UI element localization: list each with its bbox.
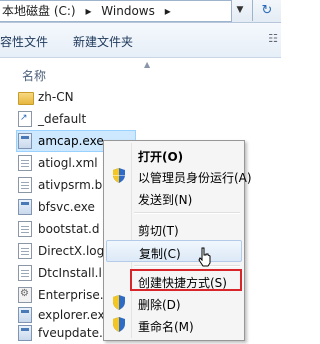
file-name: Enterprise. bbox=[38, 288, 104, 302]
shortcut-file-icon bbox=[18, 111, 32, 127]
document-icon bbox=[18, 221, 32, 237]
file-name: _default bbox=[38, 112, 87, 126]
menu-item-label: 以管理员身份运行(A) bbox=[138, 171, 252, 185]
menu-item-run-as-admin[interactable]: 以管理员身份运行(A) bbox=[106, 165, 252, 187]
file-name: zh-CN bbox=[38, 90, 74, 104]
menu-item-send-to[interactable]: 发送到(N) bbox=[106, 187, 242, 209]
menu-item-create-shortcut[interactable]: 创建快捷方式(S) bbox=[106, 269, 242, 292]
uac-shield-icon bbox=[113, 295, 125, 310]
sort-arrow-icon: ▲ bbox=[144, 60, 151, 69]
new-folder-button[interactable]: 新建文件夹 bbox=[73, 33, 133, 50]
document-icon bbox=[18, 177, 32, 193]
file-name: amcap.exe bbox=[38, 134, 104, 148]
exe-icon bbox=[18, 133, 32, 149]
breadcrumb-separator[interactable]: ▸ bbox=[165, 4, 171, 18]
breadcrumb[interactable]: 本地磁盘 (C:) ▸ Windows ▸ bbox=[0, 0, 232, 22]
menu-item-label: 复制(C) bbox=[139, 247, 181, 261]
file-name: explorer.ex bbox=[38, 308, 105, 322]
breadcrumb-windows[interactable]: Windows bbox=[101, 4, 155, 18]
list-item[interactable]: zh-CN bbox=[0, 86, 281, 108]
menu-separator bbox=[134, 212, 240, 214]
refresh-icon[interactable]: ↻ bbox=[252, 0, 281, 21]
address-bar[interactable]: 本地磁盘 (C:) ▸ Windows ▸ ▼ ↻ bbox=[0, 0, 281, 23]
file-name: bootstat.d bbox=[38, 222, 100, 236]
context-menu: 打开(O) 以管理员身份运行(A) 发送到(N) 剪切(T) 复制(C) 创建快… bbox=[103, 140, 252, 341]
exe-icon bbox=[18, 307, 32, 323]
include-in-library-button[interactable]: 容性文件 bbox=[0, 33, 48, 50]
config-file-icon bbox=[18, 287, 32, 303]
menu-item-open[interactable]: 打开(O) bbox=[106, 144, 242, 166]
file-name: bfsvc.exe bbox=[38, 200, 95, 214]
menu-separator bbox=[134, 265, 240, 267]
menu-item-label: 剪切(T) bbox=[138, 224, 179, 238]
file-name: atiogl.xml bbox=[38, 156, 98, 170]
file-name: ativpsrm.b bbox=[38, 178, 103, 192]
chevron-down-icon[interactable]: ▼ bbox=[232, 2, 248, 19]
menu-item-delete[interactable]: 删除(D) bbox=[106, 292, 242, 314]
exe-icon bbox=[18, 199, 32, 215]
file-name: DirectX.log bbox=[38, 244, 105, 258]
menu-item-cut[interactable]: 剪切(T) bbox=[106, 218, 242, 240]
menu-item-label: 发送到(N) bbox=[138, 193, 193, 207]
file-name: DtcInstall.l bbox=[38, 266, 102, 280]
view-options-icon[interactable]: ☷ bbox=[268, 32, 278, 45]
menu-item-copy[interactable]: 复制(C) bbox=[106, 240, 242, 262]
menu-item-rename[interactable]: 重命名(M) bbox=[106, 314, 242, 336]
breadcrumb-drive[interactable]: 本地磁盘 (C:) bbox=[2, 4, 76, 18]
folder-icon bbox=[18, 92, 34, 105]
column-name-label[interactable]: 名称 bbox=[22, 67, 46, 84]
uac-shield-icon bbox=[113, 317, 125, 332]
menu-item-label: 重命名(M) bbox=[138, 320, 194, 334]
menu-item-label: 创建快捷方式(S) bbox=[138, 276, 227, 290]
breadcrumb-separator[interactable]: ▸ bbox=[85, 4, 91, 18]
file-name: fveupdate. bbox=[38, 326, 103, 340]
document-icon bbox=[18, 243, 32, 259]
command-bar: 容性文件 新建文件夹 ☷ bbox=[0, 23, 281, 58]
menu-item-label: 打开(O) bbox=[138, 150, 184, 164]
hand-cursor-icon bbox=[198, 247, 211, 267]
uac-shield-icon bbox=[113, 168, 125, 183]
document-icon bbox=[18, 155, 32, 171]
menu-item-label: 删除(D) bbox=[138, 298, 181, 312]
column-header[interactable]: 名称 ▲ bbox=[0, 58, 281, 84]
document-icon bbox=[18, 265, 32, 281]
list-item[interactable]: _default bbox=[0, 108, 281, 130]
